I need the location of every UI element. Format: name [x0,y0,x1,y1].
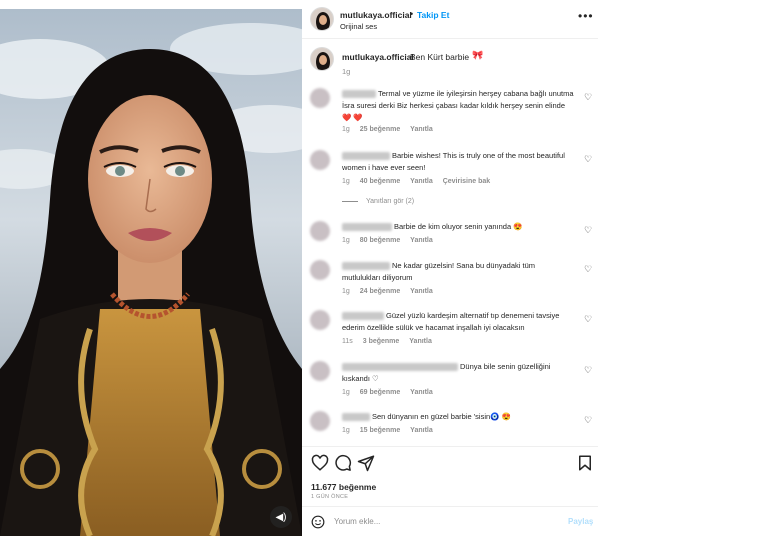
post-media[interactable]: ◀) [0,9,302,536]
reply-button[interactable]: Yanıtla [410,427,433,434]
reply-button[interactable]: Yanıtla [410,178,433,185]
comment-likes[interactable]: 3 beğenme [363,338,400,345]
translate-button[interactable]: Çevirisine bak [443,178,490,185]
comment-time[interactable]: 1g [342,427,350,434]
comment-likes[interactable]: 80 beğenme [360,237,400,244]
comment-likes[interactable]: 40 beğenme [360,178,400,185]
audio-label[interactable]: Orijinal ses [340,22,377,31]
comment-input[interactable]: Yorum ekle... [334,517,380,526]
comment-meta: 1g 24 beğenme Yanıtla [342,288,441,295]
avatar[interactable] [310,7,334,31]
heart-icon[interactable]: ♡ [584,92,592,103]
emoji-icon[interactable] [311,515,325,529]
view-replies-button[interactable]: Yanıtları gör (2) [342,198,414,205]
comment-divider [302,506,598,507]
heart-icon[interactable]: ♡ [584,314,592,325]
comment-time[interactable]: 1g [342,126,350,133]
comment-time[interactable]: 1g [342,288,350,295]
more-options-icon[interactable]: ••• [578,9,594,23]
comment-text: Barbie de kim oluyor senin yanında 😍 [394,222,523,231]
actions-divider [302,446,598,447]
comment-likes[interactable]: 15 beğenme [360,427,400,434]
bookmark-icon[interactable] [576,454,594,472]
avatar[interactable] [310,260,330,280]
post-username[interactable]: mutlukaya.official [340,10,412,20]
comment-time[interactable]: 11s [342,338,353,345]
comment-text: Dünya bile senin güzelliğini kıskandı ♡ [342,362,551,383]
avatar[interactable] [310,411,330,431]
like-count[interactable]: 11.677 beğenme [311,482,376,492]
heart-icon[interactable]: ♡ [584,264,592,275]
comment-text: Ne kadar güzelsin! Sana bu dünyadaki tüm… [342,261,536,282]
post-header: mutlukaya.official • Takip Et Orijinal s… [302,0,598,38]
comment-meta: 1g 15 beğenme Yanıtla [342,427,441,434]
reply-button[interactable]: Yanıtla [410,288,433,295]
comment-text: Güzel yüzlü kardeşim alternatif tıp dene… [342,311,560,332]
avatar[interactable] [310,47,334,71]
comment-likes[interactable]: 25 beğenme [360,126,400,133]
add-comment-bar: Yorum ekle... Paylaş [302,508,598,536]
post-comment-button[interactable]: Paylaş [568,517,593,526]
comment-meta: 1g 69 beğenme Yanıtla [342,389,441,396]
replies-line [342,200,358,202]
avatar[interactable] [310,88,330,108]
speaker-icon[interactable]: ◀) [270,506,292,528]
comment-time[interactable]: 1g [342,237,350,244]
posted-time[interactable]: 1 GÜN ÖNCE [311,494,348,500]
comment-time[interactable]: 1g [342,389,350,396]
comment-likes[interactable]: 24 beğenme [360,288,400,295]
heart-icon[interactable]: ♡ [584,415,592,426]
heart-icon[interactable]: ♡ [584,365,592,376]
comment-text: Sen dünyanın en güzel barbie 'sisin🧿 😍 [372,412,511,421]
comment-text: Termal ve yüzme ile iyileşirsin herşey c… [342,89,574,122]
reply-button[interactable]: Yanıtla [410,126,433,133]
reply-button[interactable]: Yanıtla [409,338,432,345]
separator-dot: • [410,9,414,19]
heart-icon[interactable]: ♡ [584,225,592,236]
caption-text: Ben Kürt barbie [410,52,470,62]
comment-text: Barbie wishes! This is truly one of the … [342,151,565,172]
comment-icon[interactable] [334,454,352,472]
avatar[interactable] [310,150,330,170]
post-panel: mutlukaya.official • Takip Et Orijinal s… [302,0,598,536]
follow-button[interactable]: Takip Et [417,10,449,20]
comment-meta: 1g 40 beğenme Yanıtla Çevirisine bak [342,178,498,185]
heart-icon[interactable]: ♡ [584,154,592,165]
comment-meta: 1g 25 beğenme Yanıtla [342,126,441,133]
comment-meta: 1g 80 beğenme Yanıtla [342,237,441,244]
view-replies-label[interactable]: Yanıtları gör (2) [366,198,414,205]
post-photo [0,9,302,536]
comment-time[interactable]: 1g [342,178,350,185]
comment-meta: 11s 3 beğenme Yanıtla [342,338,440,345]
post-caption: mutlukaya.official Ben Kürt barbie 🎀 1g [302,44,598,80]
caption-time[interactable]: 1g [342,67,350,76]
action-bar [302,450,598,478]
reply-button[interactable]: Yanıtla [410,389,433,396]
avatar[interactable] [310,310,330,330]
header-divider [302,38,598,39]
comment-likes[interactable]: 69 beğenme [360,389,400,396]
caption-emoji: 🎀 [472,50,484,60]
reply-button[interactable]: Yanıtla [410,237,433,244]
caption-username[interactable]: mutlukaya.official [342,52,414,62]
heart-icon[interactable] [311,454,329,472]
avatar[interactable] [310,361,330,381]
share-icon[interactable] [357,454,375,472]
avatar[interactable] [310,221,330,241]
